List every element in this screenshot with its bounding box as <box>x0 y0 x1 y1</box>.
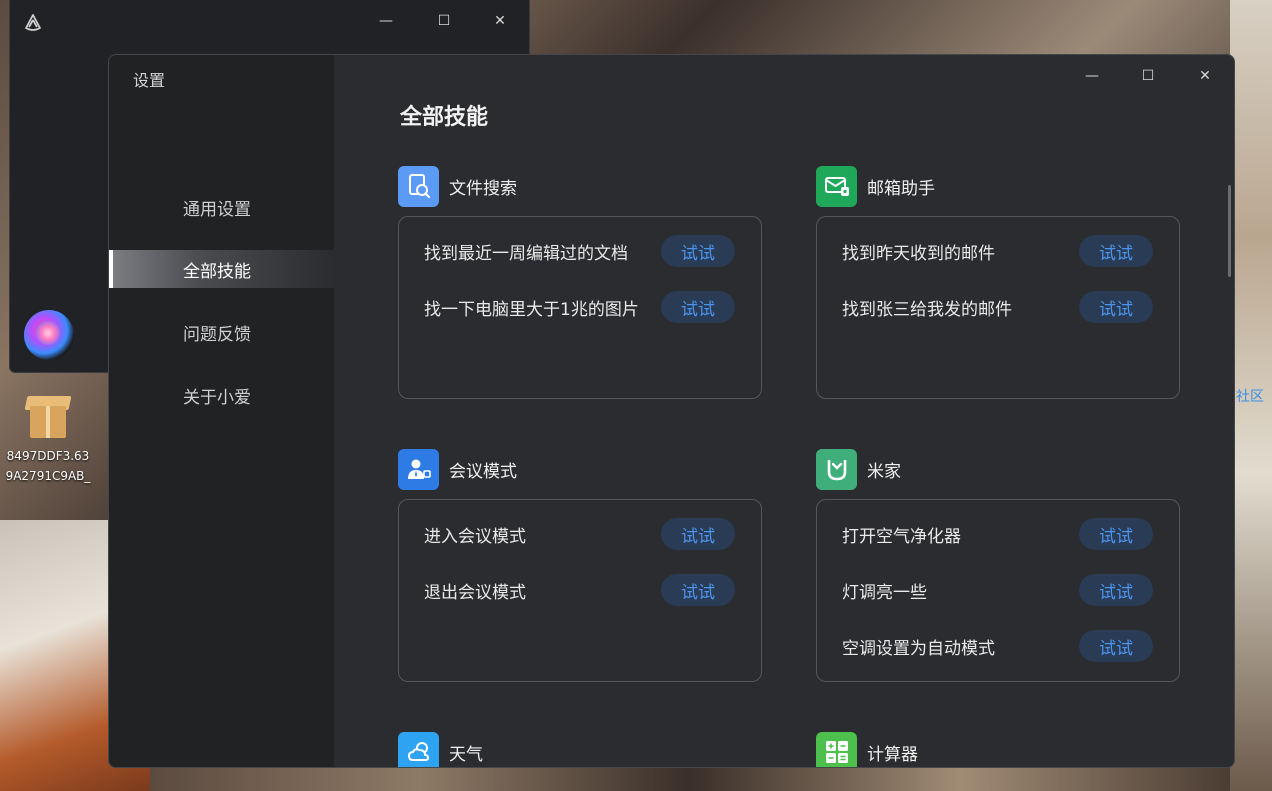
close-icon[interactable]: ✕ <box>1190 61 1220 91</box>
try-button[interactable]: 试试 <box>661 235 735 267</box>
example-text: 打开空气净化器 <box>842 526 961 547</box>
weather-icon <box>398 731 439 767</box>
skill-card: 进入会议模式 试试 退出会议模式 试试 <box>398 499 762 682</box>
skill-name: 邮箱助手 <box>867 178 935 199</box>
skill-example: 找到最近一周编辑过的文档 试试 <box>424 234 735 268</box>
try-button[interactable]: 试试 <box>1079 291 1153 323</box>
try-button[interactable]: 试试 <box>1079 574 1153 606</box>
skill-example: 灯调亮一些 试试 <box>842 573 1153 607</box>
skills-panel: — ☐ ✕ 全部技能 文件搜索 找到最近一周编辑过的文档 试试 找一下电脑里大于… <box>334 55 1234 767</box>
maximize-icon[interactable]: ☐ <box>1133 61 1163 91</box>
sidebar-item-label: 问题反馈 <box>183 324 251 345</box>
try-button[interactable]: 试试 <box>661 574 735 606</box>
skill-name: 天气 <box>449 744 483 765</box>
skill-example: 找到昨天收到的邮件 试试 <box>842 234 1153 268</box>
skill-name: 文件搜索 <box>449 178 517 199</box>
try-button[interactable]: 试试 <box>1079 630 1153 662</box>
sidebar-item-feedback[interactable]: 问题反馈 <box>109 313 334 351</box>
try-button[interactable]: 试试 <box>1079 518 1153 550</box>
assistant-orb-core <box>36 321 60 345</box>
file-search-icon <box>398 165 439 207</box>
package-icon <box>24 392 72 440</box>
skill-example: 退出会议模式 试试 <box>424 573 735 607</box>
skill-name: 米家 <box>867 461 901 482</box>
sidebar-item-label: 通用设置 <box>183 199 251 220</box>
try-button[interactable]: 试试 <box>661 518 735 550</box>
skill-weather: 天气 <box>398 730 762 767</box>
minimize-icon[interactable]: — <box>373 8 399 34</box>
skill-card: 打开空气净化器 试试 灯调亮一些 试试 空调设置为自动模式 试试 <box>816 499 1180 682</box>
desktop-file-label-line2: 9A2791C9AB_ <box>5 469 91 483</box>
skill-example: 进入会议模式 试试 <box>424 517 735 551</box>
mijia-icon <box>816 448 857 490</box>
example-text: 找到张三给我发的邮件 <box>842 299 1012 320</box>
example-text: 空调设置为自动模式 <box>842 638 995 659</box>
minimize-icon[interactable]: — <box>1077 61 1107 91</box>
example-text: 灯调亮一些 <box>842 582 927 603</box>
sidebar-item-label: 全部技能 <box>183 261 251 282</box>
settings-window: 设置 通用设置 全部技能 问题反馈 关于小爱 — ☐ ✕ 全部技能 文件搜索 找… <box>108 54 1235 768</box>
desktop-wallpaper-area <box>150 765 1230 791</box>
skill-name: 计算器 <box>867 744 918 765</box>
try-button[interactable]: 试试 <box>1079 235 1153 267</box>
maximize-icon[interactable]: ☐ <box>431 8 457 34</box>
sidebar-item-general[interactable]: 通用设置 <box>109 188 334 226</box>
desktop-file-icon[interactable]: 8497DDF3.63 9A2791C9AB_ <box>0 392 96 486</box>
scrollbar-thumb[interactable] <box>1228 185 1231 277</box>
example-text: 进入会议模式 <box>424 526 526 547</box>
skill-name: 会议模式 <box>449 461 517 482</box>
skill-card: 找到昨天收到的邮件 试试 找到张三给我发的邮件 试试 <box>816 216 1180 399</box>
skill-card: 找到最近一周编辑过的文档 试试 找一下电脑里大于1兆的图片 试试 <box>398 216 762 399</box>
page-title: 全部技能 <box>400 105 489 130</box>
skill-example: 空调设置为自动模式 试试 <box>842 629 1153 663</box>
sidebar-item-all-skills[interactable]: 全部技能 <box>109 250 334 288</box>
sidebar-item-about[interactable]: 关于小爱 <box>109 376 334 414</box>
skill-example: 找到张三给我发的邮件 试试 <box>842 290 1153 324</box>
calculator-icon <box>816 731 857 767</box>
meeting-icon <box>398 448 439 490</box>
try-button[interactable]: 试试 <box>661 291 735 323</box>
skill-example: 打开空气净化器 试试 <box>842 517 1153 551</box>
example-text: 找一下电脑里大于1兆的图片 <box>424 299 639 320</box>
skill-file-search: 文件搜索 找到最近一周编辑过的文档 试试 找一下电脑里大于1兆的图片 试试 <box>398 164 762 399</box>
example-text: 找到最近一周编辑过的文档 <box>424 243 628 264</box>
app-logo-icon <box>22 12 44 34</box>
example-text: 找到昨天收到的邮件 <box>842 243 995 264</box>
desktop-file-label-line1: 8497DDF3.63 <box>6 449 90 463</box>
sidebar: 设置 通用设置 全部技能 问题反馈 关于小爱 <box>109 55 334 767</box>
sidebar-item-label: 关于小爱 <box>183 387 251 408</box>
close-icon[interactable]: ✕ <box>487 8 513 34</box>
skill-calculator: 计算器 <box>816 730 1180 767</box>
example-text: 退出会议模式 <box>424 582 526 603</box>
skill-example: 找一下电脑里大于1兆的图片 试试 <box>424 290 735 324</box>
window-title: 设置 <box>133 71 166 90</box>
skill-mail-assistant: 邮箱助手 找到昨天收到的邮件 试试 找到张三给我发的邮件 试试 <box>816 164 1180 399</box>
mail-assistant-icon <box>816 165 857 207</box>
skill-mijia: 米家 打开空气净化器 试试 灯调亮一些 试试 空调设置为自动模式 试试 <box>816 447 1180 682</box>
skill-meeting-mode: 会议模式 进入会议模式 试试 退出会议模式 试试 <box>398 447 762 682</box>
